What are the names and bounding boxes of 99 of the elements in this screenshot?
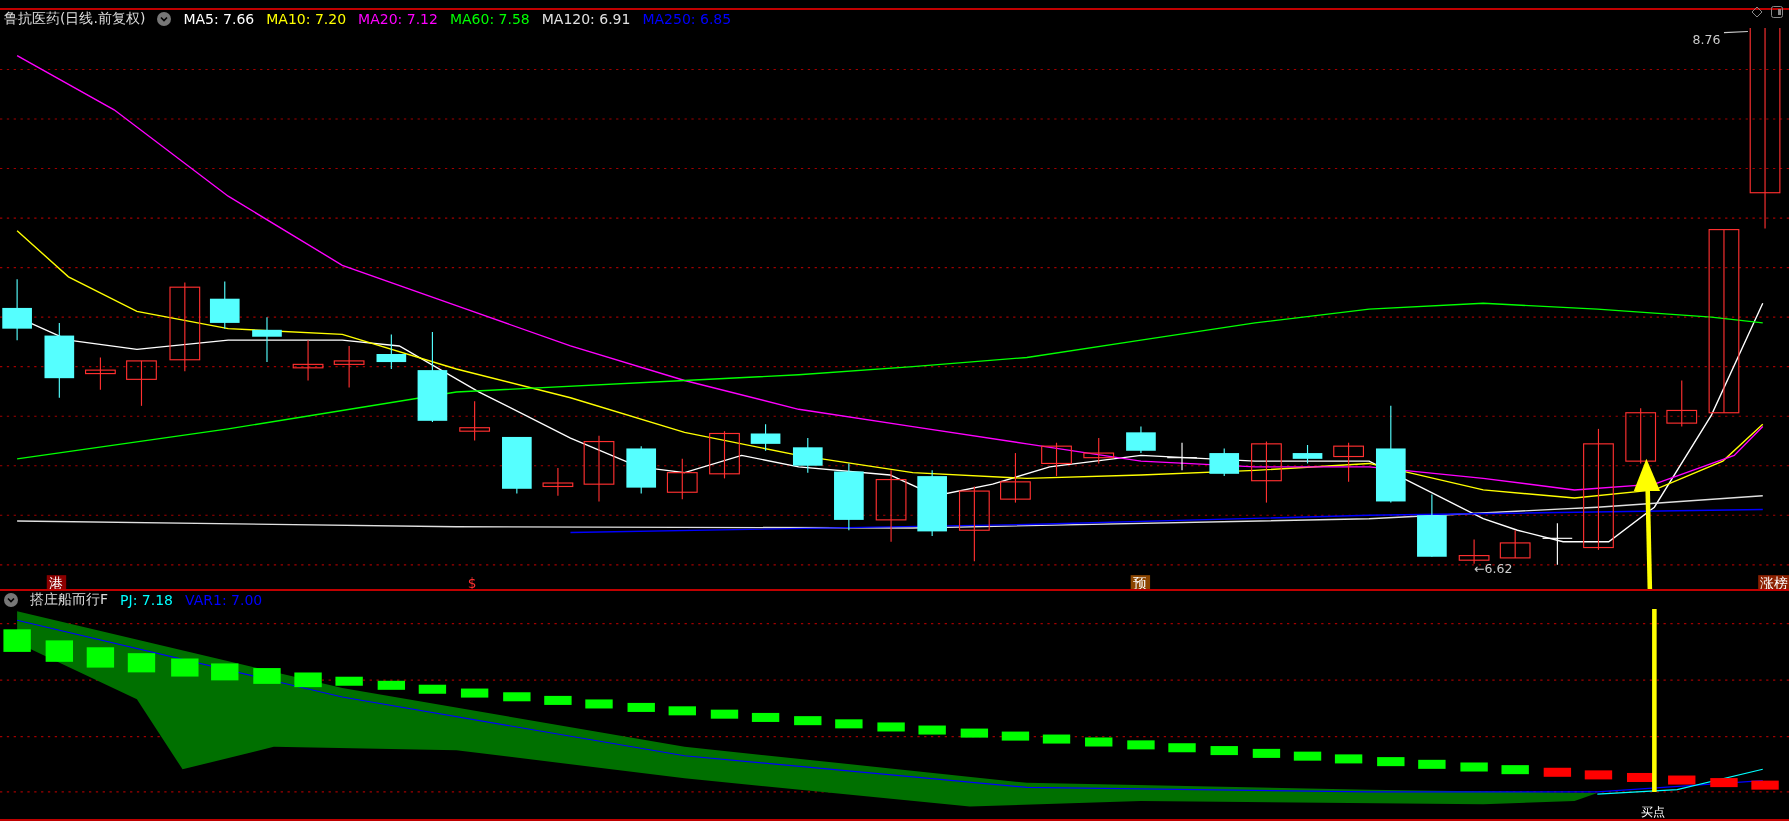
indicator-bar [460,688,489,698]
ma-legend: MA60: 7.58 [449,11,530,27]
indicator-bar [1668,775,1696,785]
indicator-bar [127,653,156,673]
candlestick [1209,447,1240,477]
ma-legend: MA5: 7.66 [183,11,255,27]
indicator-bar [1627,772,1655,782]
indicator-bar [585,699,613,709]
high-price-label: 8.76 [1692,32,1721,48]
candlestick [209,280,240,330]
diamond-icon[interactable] [1751,6,1763,18]
indicator-bar [211,663,239,681]
candlestick [1458,538,1490,565]
event-mark: $ [467,574,477,589]
indicator-bar [1001,731,1030,741]
indicator-bar [835,719,863,729]
candlestick [1083,437,1115,464]
candlestick [126,360,157,407]
indicator-bar [171,658,199,677]
indicator-bar [1252,748,1281,758]
indicator-bar [794,716,822,726]
indicator-bar [668,706,696,716]
indicator-bar [960,728,989,738]
event-tag: 预 [1130,574,1151,589]
candlestick [583,435,615,503]
indicator-bar [544,695,572,705]
candlestick [502,436,532,494]
dropdown-icon[interactable] [4,593,18,607]
indicator-bar [877,722,905,732]
candlestick [917,469,947,537]
indicator-bar [627,702,655,712]
candlestick [459,400,491,441]
indicator-bar [1710,778,1738,788]
candlestick [542,467,574,497]
indicator-bar [1584,770,1613,780]
candlestick [252,316,282,363]
indicator-bar [1168,743,1196,753]
leader-line [1723,30,1749,34]
candlestick [750,423,781,452]
indicator-bar [3,629,31,652]
low-price-label: ←6.62 [1474,560,1513,576]
buy-signal-label: 买点 [1640,803,1665,819]
candlestick [834,462,864,531]
indicator-bar [253,668,281,684]
candlestick [1333,442,1364,483]
indicator-bar [45,640,73,662]
candlestick [1166,442,1198,471]
stock-title: 鲁抗医药(日线.前复权) [4,10,146,28]
event-tag: 港 [46,574,67,589]
indicator-bar [710,709,739,719]
indicator-bar [86,647,115,668]
indicator-bar [418,684,447,694]
indicator-bar [1293,751,1322,761]
ma-legend: MA20: 7.12 [358,11,438,27]
indicator-bar [1334,754,1363,764]
candlestick [1292,444,1323,464]
indicator-bar [1085,737,1113,747]
indicator-bar [335,676,363,686]
candlestick [666,458,698,500]
dropdown-icon[interactable] [157,12,172,26]
indicator-bar [918,725,946,735]
ma-legend: MA250: 6.85 [642,11,732,27]
candlestick [709,430,740,479]
event-tag: 涨榜 [1758,574,1789,589]
candlestick [376,333,407,370]
indicator-bar [1418,759,1446,769]
candlestick [1625,407,1657,464]
indicator-bar [503,692,531,702]
indicator-title: 搭庄船而行F [30,591,109,609]
candlestick [1417,493,1447,558]
candlestick [1499,529,1531,559]
indicator-bar [1460,762,1488,772]
candlestick [2,278,32,341]
indicator-bar [1210,746,1238,756]
indicator-bar [1042,734,1071,744]
indicator-bar [1127,740,1155,750]
candlestick [292,339,324,382]
candlestick [333,345,365,388]
candlestick [1041,442,1072,477]
candlestick [1126,426,1156,454]
candlestick [1251,440,1282,504]
indicator-bar [1751,780,1779,790]
indicator-bar [294,672,322,688]
indicator-legend: VAR1: 7.00 [185,592,263,608]
candlestick [1542,522,1573,566]
panel-toggle-icon[interactable] [1771,6,1783,18]
candlestick [85,356,116,391]
indicator-bar [1501,765,1529,775]
candlestick [626,445,657,494]
candlestick [1666,379,1698,428]
candlestick [1000,452,1031,504]
indicator-bar [1543,767,1572,777]
ma-legend: MA120: 6.91 [541,11,631,27]
indicator-bar [751,712,780,722]
indicator-legend: PJ: 7.18 [120,592,173,608]
indicator-bar [377,680,406,690]
ma-legend: MA10: 7.20 [266,11,347,27]
candlestick [792,437,823,474]
indicator-bar [1377,757,1405,767]
